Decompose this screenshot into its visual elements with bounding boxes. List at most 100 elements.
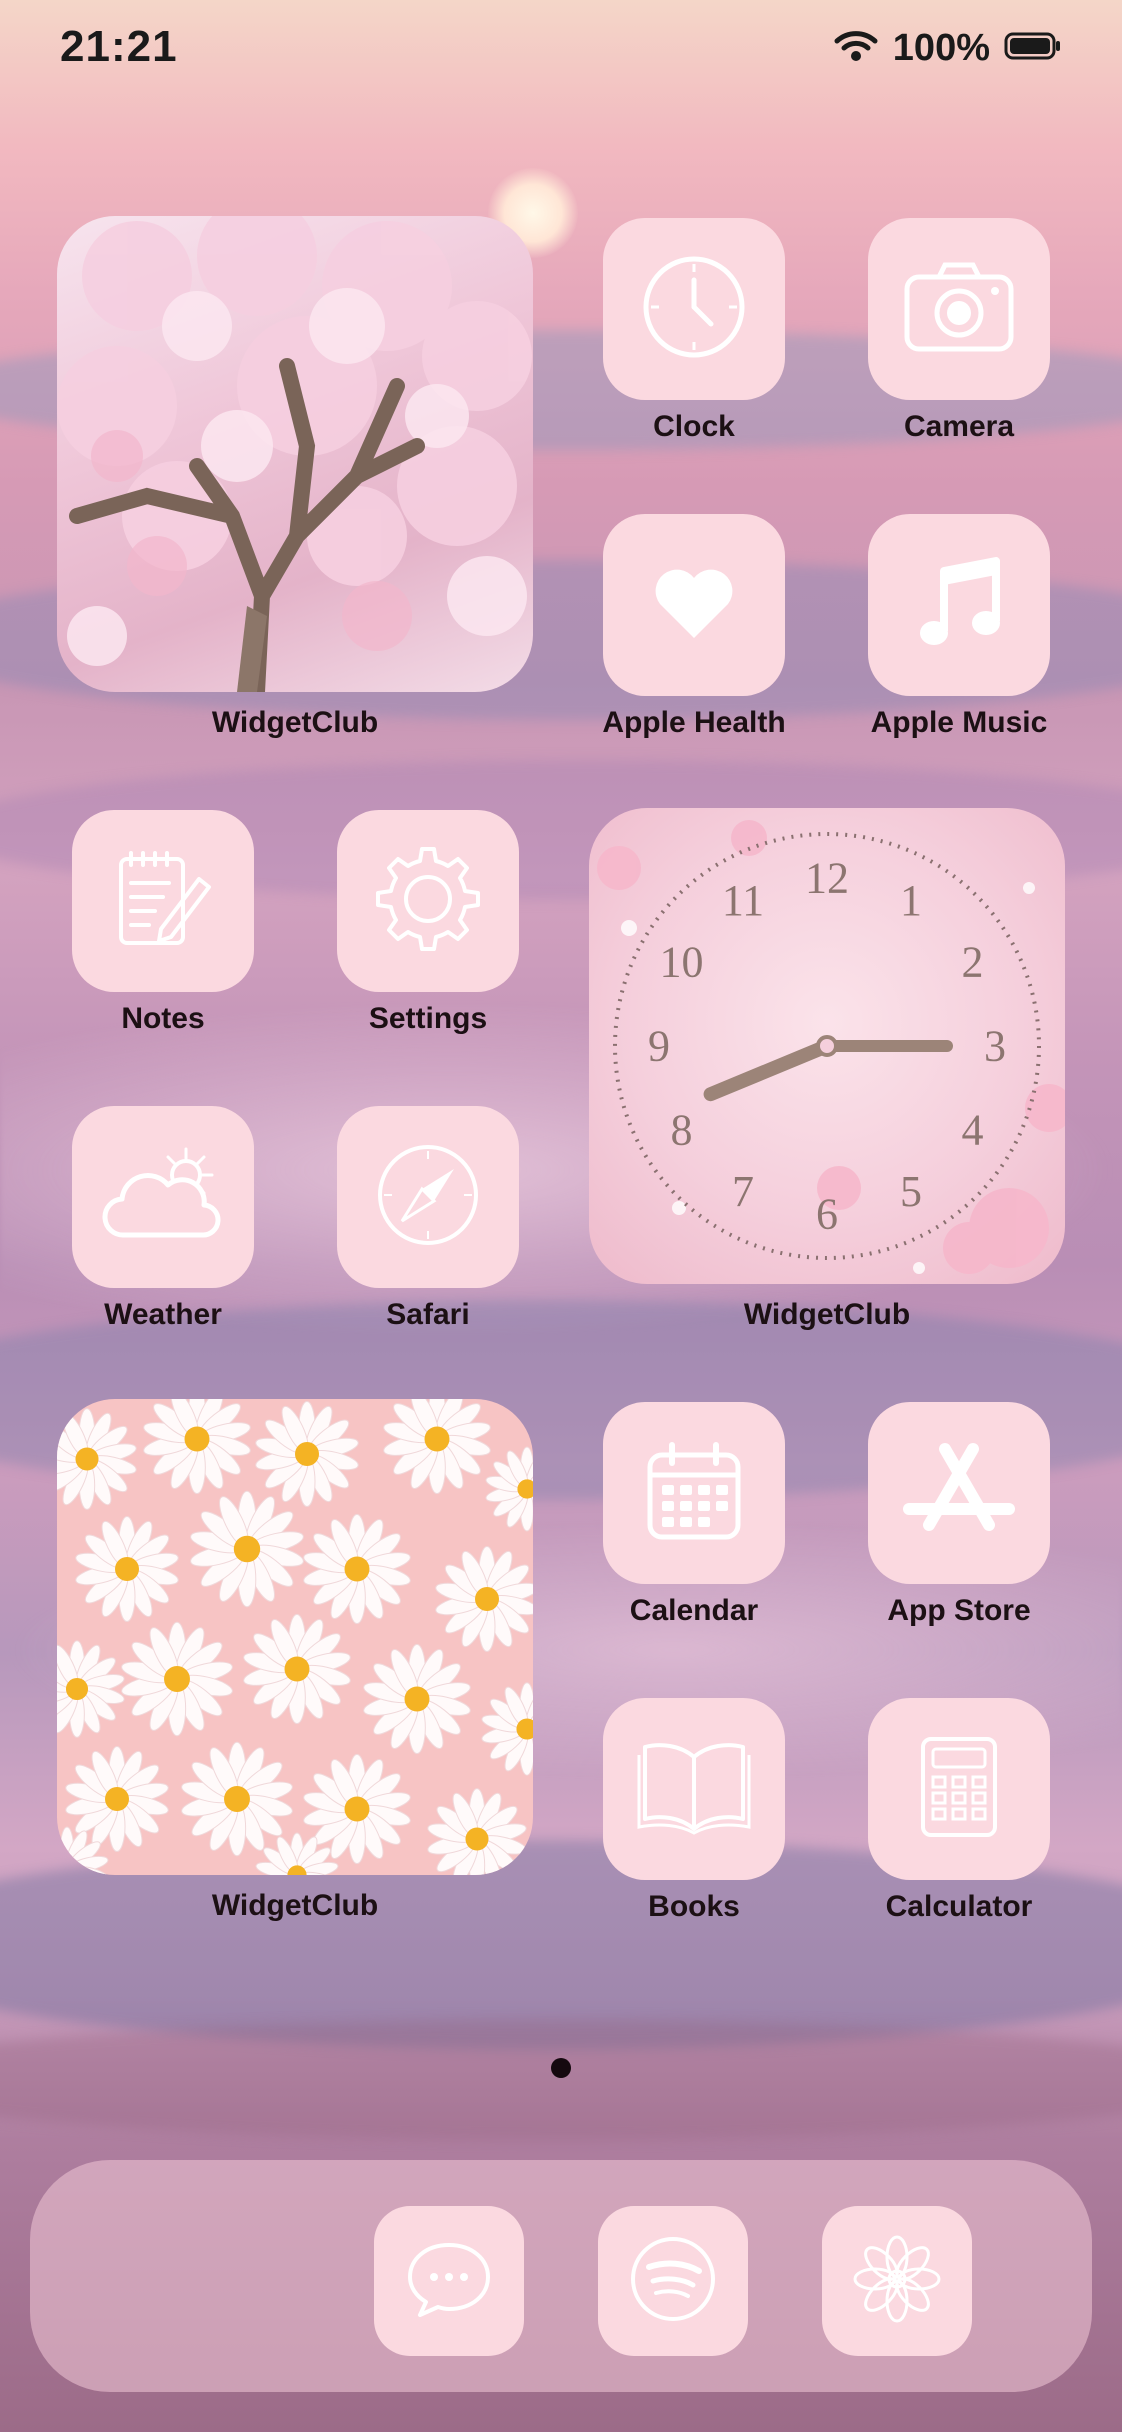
app-camera-tile[interactable] [868,218,1050,400]
wifi-icon [833,29,879,68]
daisy [121,1621,233,1737]
status-right: 100% [833,26,1062,70]
gear-icon [372,843,484,960]
dock-app-flower[interactable] [822,2206,972,2356]
app-app-store[interactable]: App Store [868,1402,1050,1628]
page-indicator-dot[interactable] [551,2058,571,2078]
app-apple-health[interactable]: Apple Health [602,514,786,740]
app-calculator[interactable]: Calculator [868,1698,1050,1924]
app-app-store-tile[interactable] [868,1402,1050,1584]
app-calendar[interactable]: Calendar [603,1402,785,1628]
daisy [481,1682,533,1776]
clock-numeral: 2 [962,938,984,987]
clock-numeral: 7 [732,1167,754,1216]
clock-numeral: 4 [962,1106,984,1155]
app-calendar-label: Calendar [629,1594,759,1627]
clock-numeral: 5 [900,1167,922,1216]
battery-icon [1004,31,1062,66]
clock-numeral: 9 [648,1022,670,1071]
app-store-icon [901,1441,1017,1546]
app-calculator-tile[interactable] [868,1698,1050,1880]
daisy [363,1643,471,1755]
clock-numeral: 11 [722,876,764,925]
app-safari-tile[interactable] [337,1106,519,1288]
app-books[interactable]: Books [603,1698,785,1924]
clock-numeral: 3 [984,1022,1006,1071]
app-weather-label: Weather [104,1298,222,1331]
app-apple-music-label: Apple Music [870,706,1048,739]
widget-analog-clock-label: WidgetClub [743,1298,911,1331]
daisy [485,1446,533,1532]
status-time: 21:21 [60,22,178,71]
app-settings-label: Settings [368,1002,488,1035]
widget-analog-clock[interactable]: 12 1 2 3 4 5 6 7 8 9 10 11 WidgetClub [589,808,1065,1332]
cloud-sun-icon [102,1145,224,1250]
clock-numeral: 10 [660,938,704,987]
daisy-field [57,1399,533,1875]
app-weather[interactable]: Weather [72,1106,254,1332]
app-camera[interactable]: Camera [868,218,1050,444]
calculator-icon [919,1735,999,1844]
clock-hour-hand [703,1039,834,1102]
analog-clock-face: 12 1 2 3 4 5 6 7 8 9 10 11 [589,808,1065,1284]
daisy [303,1753,411,1865]
camera-icon [901,257,1017,362]
daisy [57,1640,125,1738]
app-apple-health-label: Apple Health [602,706,786,739]
clock-numeral: 12 [805,854,849,903]
notepad-pencil-icon [111,847,215,956]
app-notes-label: Notes [121,1002,205,1035]
app-clock-label: Clock [653,410,735,443]
widget-photo-tree-label: WidgetClub [211,706,379,739]
daisy [303,1513,411,1625]
app-app-store-label: App Store [887,1594,1031,1627]
app-settings-tile[interactable] [337,810,519,992]
app-notes-tile[interactable] [72,810,254,992]
app-apple-health-tile[interactable] [603,514,785,696]
app-calendar-tile[interactable] [603,1402,785,1584]
open-book-icon [635,1737,753,1842]
music-note-icon [914,553,1004,658]
app-apple-music[interactable]: Apple Music [868,514,1050,740]
analog-clock-svg: 12 1234567891011 [597,820,1065,1274]
clock-numeral: 1 [900,876,922,925]
app-camera-label: Camera [903,410,1015,443]
clock-icon [639,252,749,367]
daisy [255,1401,359,1507]
daisy [143,1399,251,1495]
app-books-label: Books [648,1890,740,1923]
dock-app-spotify[interactable] [598,2206,748,2356]
app-weather-tile[interactable] [72,1106,254,1288]
widget-photo-tree[interactable]: WidgetClub [57,216,533,740]
daisy [57,1408,137,1510]
app-safari[interactable]: Safari [337,1106,519,1332]
flower-icon-svg [853,2235,941,2322]
calendar-icon [642,1439,746,1548]
widget-photo-daisies[interactable]: WidgetClub [57,1399,533,1923]
speech-bubble-icon [404,2239,494,2324]
app-clock[interactable]: Clock [603,218,785,444]
app-books-tile[interactable] [603,1698,785,1880]
widget-photo-daisies-label: WidgetClub [211,1889,379,1922]
spotify-icon [629,2235,717,2328]
heart-icon [652,566,736,645]
daisy [435,1546,533,1652]
app-notes[interactable]: Notes [72,810,254,1036]
daisy [243,1613,351,1725]
flower-icon-petal [864,2245,899,2281]
daisy [427,1788,527,1875]
flower-icon [853,2235,941,2328]
app-settings[interactable]: Settings [337,810,519,1036]
compass-icon [374,1141,482,1254]
cherry-blossom-photo [57,216,533,692]
app-apple-music-tile[interactable] [868,514,1050,696]
daisy [75,1516,179,1622]
app-clock-tile[interactable] [603,218,785,400]
daisies-photo [57,1399,533,1875]
clock-numeral: 8 [671,1106,693,1155]
app-calculator-label: Calculator [885,1890,1033,1923]
dock-app-messages[interactable] [374,2206,524,2356]
battery-percent: 100% [892,26,990,69]
daisy [190,1490,304,1608]
daisy [383,1399,491,1495]
